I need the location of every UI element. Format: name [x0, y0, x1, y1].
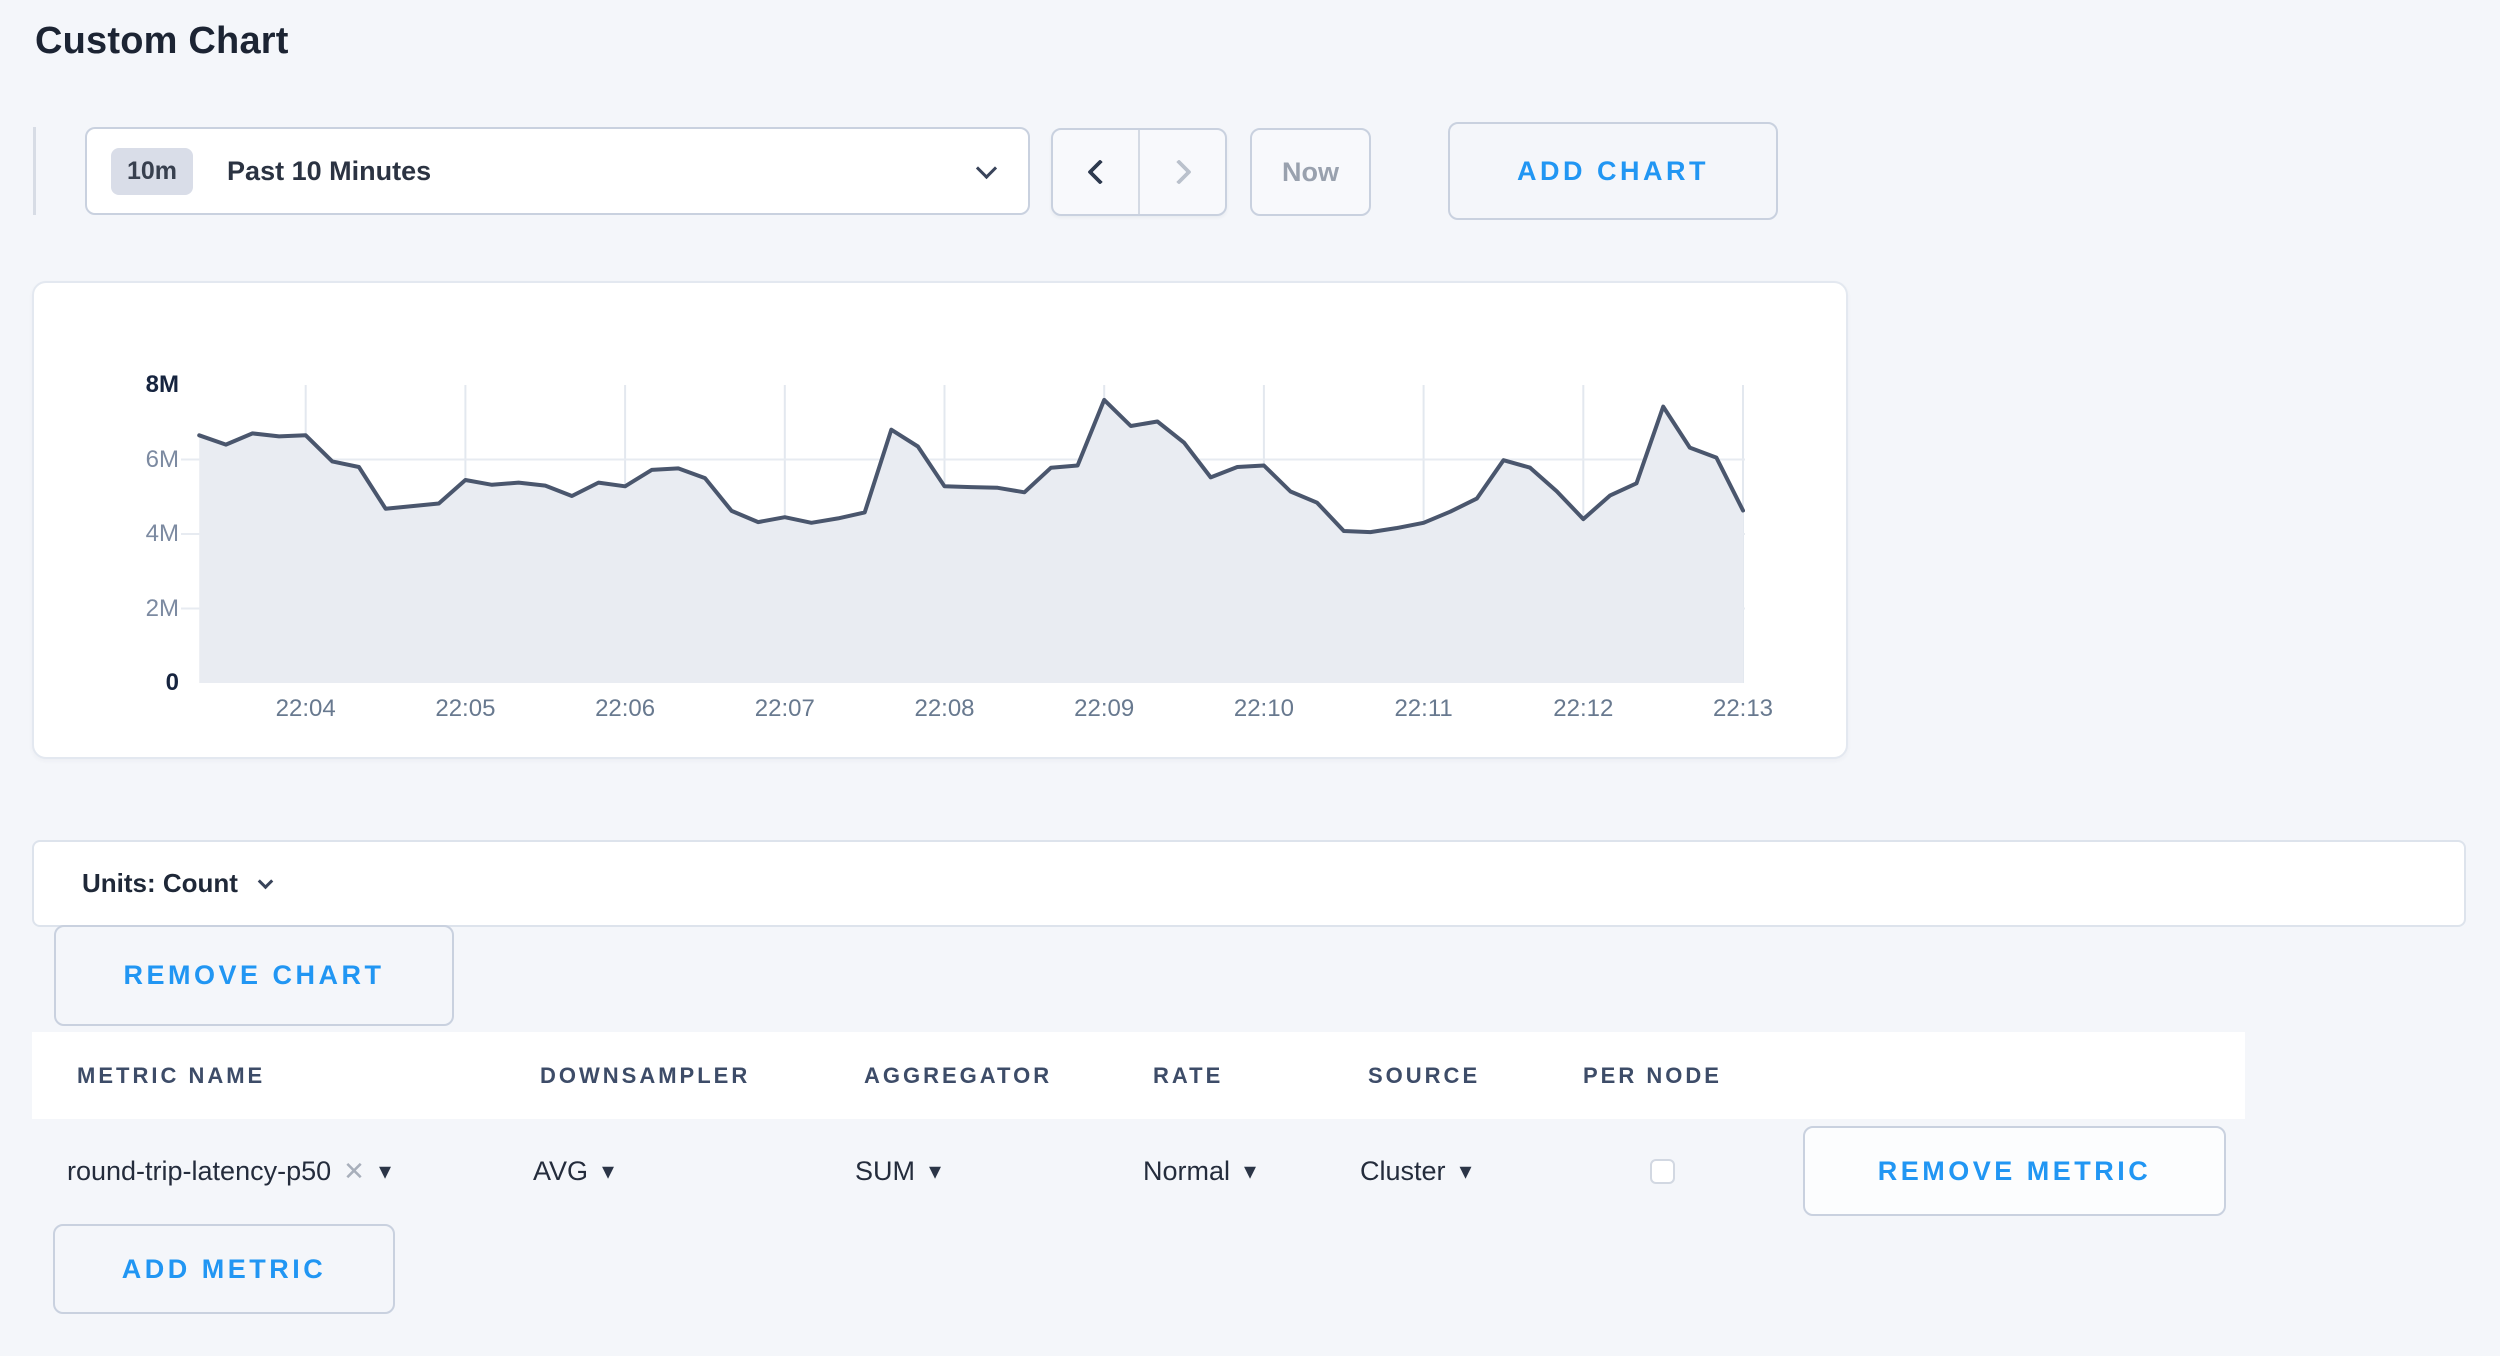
- prev-time-button[interactable]: [1053, 130, 1138, 214]
- rate-value: Normal: [1143, 1156, 1230, 1187]
- now-button[interactable]: Now: [1250, 128, 1371, 216]
- x-axis-tick: 22:08: [875, 695, 1015, 723]
- metrics-table-header: METRIC NAME DOWNSAMPLER AGGREGATOR RATE …: [32, 1032, 2245, 1119]
- x-axis-tick: 22:07: [715, 695, 855, 723]
- units-dropdown[interactable]: Units: Count: [32, 840, 2466, 927]
- per-node-checkbox[interactable]: [1650, 1159, 1675, 1184]
- custom-chart-page: Custom Chart 10m Past 10 Minutes Now ADD…: [0, 0, 2500, 1356]
- remove-metric-button[interactable]: REMOVE METRIC: [1803, 1126, 2226, 1216]
- add-metric-button[interactable]: ADD METRIC: [53, 1224, 395, 1314]
- y-axis-tick: 4M: [74, 520, 179, 548]
- source-select[interactable]: Cluster ▾: [1360, 1119, 1472, 1224]
- metric-row: round-trip-latency-p50 ✕ ▾ AVG ▾ SUM ▾ N…: [32, 1119, 2466, 1224]
- units-label: Units: Count: [82, 868, 238, 899]
- x-axis-tick: 22:13: [1673, 695, 1813, 723]
- chart-card: 8M 6M 4M 2M 0 22:04 22:05 22:06 22:07 22…: [32, 281, 1848, 759]
- caret-down-icon: ▾: [1244, 1157, 1256, 1186]
- y-axis-tick: 8M: [74, 371, 179, 399]
- metric-name-value: round-trip-latency-p50: [67, 1156, 331, 1187]
- timeseries-area-chart[interactable]: [181, 385, 1745, 683]
- column-header-downsampler: DOWNSAMPLER: [540, 1063, 750, 1089]
- metric-name-select[interactable]: round-trip-latency-p50 ✕ ▾: [67, 1119, 391, 1224]
- x-axis-tick: 22:11: [1354, 695, 1494, 723]
- time-window-badge: 10m: [111, 148, 193, 195]
- x-axis-tick: 22:05: [395, 695, 535, 723]
- x-axis-tick: 22:04: [236, 695, 376, 723]
- downsampler-value: AVG: [533, 1156, 588, 1187]
- x-axis-tick: 22:06: [555, 695, 695, 723]
- column-header-per-node: PER NODE: [1583, 1063, 1722, 1089]
- caret-down-icon: ▾: [379, 1157, 391, 1186]
- caret-down-icon: ▾: [929, 1157, 941, 1186]
- time-window-dropdown[interactable]: 10m Past 10 Minutes: [85, 127, 1030, 215]
- chevron-down-icon: [258, 873, 274, 889]
- remove-tag-icon[interactable]: ✕: [343, 1156, 365, 1187]
- y-axis-tick: 2M: [74, 595, 179, 623]
- x-axis-tick: 22:12: [1513, 695, 1653, 723]
- next-time-button[interactable]: [1138, 130, 1225, 214]
- page-title: Custom Chart: [35, 20, 289, 63]
- chevron-down-icon: [976, 157, 997, 178]
- aggregator-select[interactable]: SUM ▾: [855, 1119, 941, 1224]
- add-chart-button[interactable]: ADD CHART: [1448, 122, 1778, 220]
- caret-down-icon: ▾: [1460, 1157, 1472, 1186]
- aggregator-value: SUM: [855, 1156, 915, 1187]
- column-header-rate: RATE: [1153, 1063, 1223, 1089]
- y-axis-tick: 0: [74, 669, 179, 697]
- y-axis-tick: 6M: [74, 446, 179, 474]
- remove-chart-button[interactable]: REMOVE CHART: [54, 925, 454, 1026]
- column-header-source: SOURCE: [1368, 1063, 1480, 1089]
- chevron-left-icon: [1087, 159, 1112, 184]
- x-axis-tick: 22:09: [1034, 695, 1174, 723]
- column-header-aggregator: AGGREGATOR: [864, 1063, 1052, 1089]
- downsampler-select[interactable]: AVG ▾: [533, 1119, 614, 1224]
- x-axis-tick: 22:10: [1194, 695, 1334, 723]
- source-value: Cluster: [1360, 1156, 1446, 1187]
- time-pager: [1051, 128, 1227, 216]
- caret-down-icon: ▾: [602, 1157, 614, 1186]
- toolbar-accent-bar: [33, 127, 36, 215]
- rate-select[interactable]: Normal ▾: [1143, 1119, 1256, 1224]
- time-window-label: Past 10 Minutes: [227, 156, 431, 187]
- chevron-right-icon: [1166, 159, 1191, 184]
- column-header-metric-name: METRIC NAME: [77, 1063, 265, 1089]
